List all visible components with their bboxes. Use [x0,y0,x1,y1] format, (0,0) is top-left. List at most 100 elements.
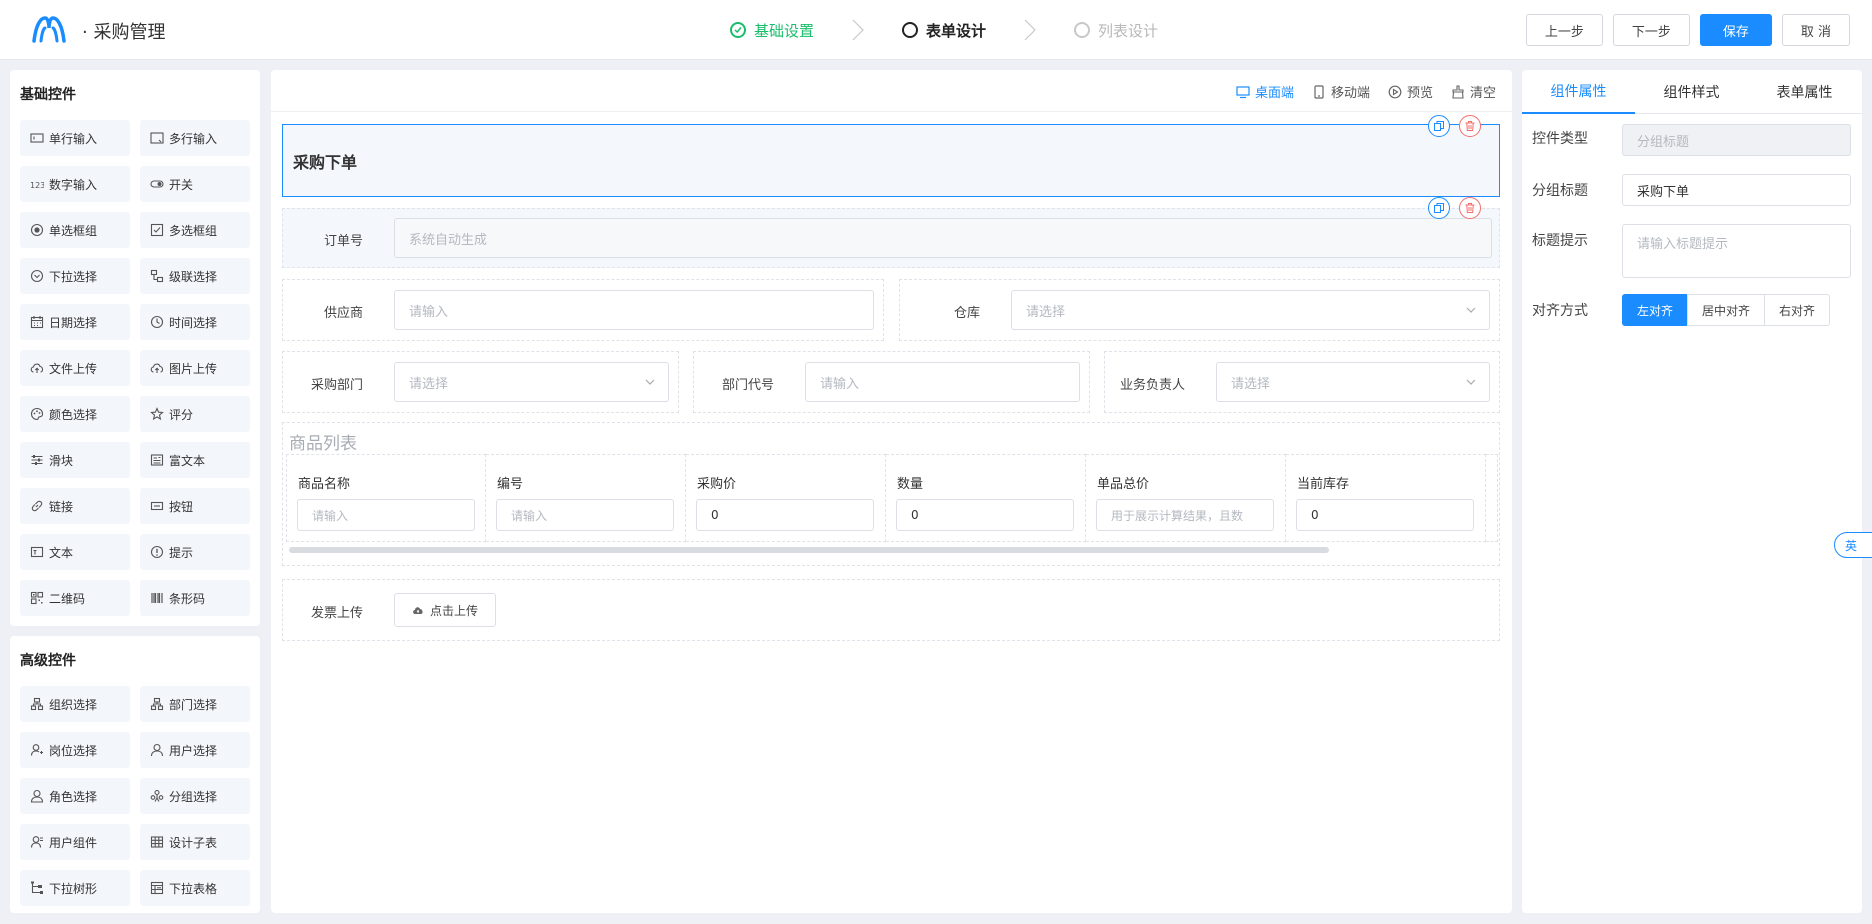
preview-button[interactable]: 预览 [1388,82,1433,101]
prev-step-button[interactable]: 上一步 [1525,14,1603,46]
goods-column-input[interactable]: 请输入 [496,499,674,531]
goods-column[interactable]: 编号 请输入 [486,454,686,542]
widget-tree[interactable]: 下拉树形 [20,870,130,906]
goods-column-input[interactable]: 0 [696,499,874,531]
title-hint-textarea[interactable]: 请输入标题提示 [1622,224,1851,278]
align-center-button[interactable]: 居中对齐 [1687,294,1766,326]
clear-button[interactable]: 清空 [1451,82,1496,101]
widget-checkbox[interactable]: 多选框组 [140,212,250,248]
horizontal-scrollbar[interactable] [289,547,1329,553]
delete-icon[interactable] [1459,197,1481,219]
play-circle-icon [1388,85,1402,99]
widget-barcode[interactable]: 条形码 [140,580,250,616]
widget-text[interactable]: 文本 [20,534,130,570]
circle-icon [1074,22,1091,38]
dept-code-row[interactable]: 部门代号 请输入 [693,351,1090,413]
warehouse-select[interactable]: 请选择 [1011,290,1490,330]
widget-table[interactable]: 设计子表 [140,824,250,860]
widget-slider[interactable]: 滑块 [20,442,130,478]
widget-grid-table[interactable]: 下拉表格 [140,870,250,906]
step-list-design[interactable]: 列表设计 [1074,20,1158,41]
tab-component-props[interactable]: 组件属性 [1522,70,1635,114]
goods-column-input[interactable]: 0 [896,499,1074,531]
invoice-upload-row[interactable]: 发票上传 点击上传 [282,579,1500,641]
widget-label: 角色选择 [49,789,98,804]
widget-single-line[interactable]: 单行输入 [20,120,130,156]
goods-column[interactable]: 采购价 0 [686,454,886,542]
mobile-label: 移动端 [1330,86,1370,101]
goods-column[interactable]: 商品名称 请输入 [286,454,486,542]
widget-org[interactable]: 组织选择 [20,686,130,722]
goods-column[interactable]: 数量 0 [886,454,1086,542]
widget-qrcode[interactable]: 二维码 [20,580,130,616]
rich-text-icon [150,453,164,467]
language-toggle[interactable]: 英 [1834,532,1872,558]
warehouse-row[interactable]: 仓库 请选择 [899,279,1500,341]
owner-row[interactable]: 业务负责人 请选择 [1104,351,1500,413]
widget-multi-line[interactable]: 多行输入 [140,120,250,156]
widget-calendar[interactable]: 日期选择 [20,304,130,340]
save-button[interactable]: 保存 [1699,14,1772,46]
copy-icon[interactable] [1428,115,1450,137]
goods-column-input[interactable]: 请输入 [297,499,475,531]
copy-icon[interactable] [1428,197,1450,219]
widget-button[interactable]: 按钮 [140,488,250,524]
cancel-button[interactable]: 取 消 [1781,14,1850,46]
delete-icon[interactable] [1459,115,1481,137]
widget-star[interactable]: 评分 [140,396,250,432]
order-no-row[interactable]: 订单号 系统自动生成 [282,208,1500,268]
widget-clock[interactable]: 时间选择 [140,304,250,340]
desktop-view-button[interactable]: 桌面端 [1236,82,1294,101]
role-icon [30,789,44,803]
widget-label: 按钮 [169,499,194,514]
step-basic-settings[interactable]: 基础设置 [730,20,814,41]
switch-icon [150,177,164,191]
widget-label: 滑块 [49,453,74,468]
widget-palette[interactable]: 颜色选择 [20,396,130,432]
tab-form-props[interactable]: 表单属性 [1748,70,1861,114]
widget-label: 提示 [169,545,194,560]
widget-dept[interactable]: 部门选择 [140,686,250,722]
widget-number[interactable]: 123 数字输入 [20,166,130,202]
owner-select[interactable]: 请选择 [1216,362,1490,402]
widget-info[interactable]: 提示 [140,534,250,570]
order-no-input[interactable]: 系统自动生成 [394,218,1492,258]
supplier-input[interactable]: 请输入 [394,290,874,330]
dept-select[interactable]: 请选择 [394,362,669,402]
align-right-button[interactable]: 右对齐 [1764,294,1831,326]
widget-link[interactable]: 链接 [20,488,130,524]
widget-label: 用户选择 [169,743,218,758]
widget-post[interactable]: 岗位选择 [20,732,130,768]
goods-column-input[interactable]: 用于展示计算结果，且数 [1096,499,1274,531]
canvas-toolbar: 桌面端 移动端 预览 清空 [271,70,1512,112]
widget-label: 岗位选择 [49,743,98,758]
widget-switch[interactable]: 开关 [140,166,250,202]
widget-user-comp[interactable]: 用户组件 [20,824,130,860]
goods-column[interactable]: 当前库存 0 [1286,454,1486,542]
goods-subtable[interactable]: 商品列表 商品名称 请输入 编号 请输入 采购价 0 数量 0 单品总价 用于展示计算结果，且数当… [282,422,1500,566]
upload-button[interactable]: 点击上传 [394,593,496,627]
tab-component-style[interactable]: 组件样式 [1635,70,1748,114]
widget-upload[interactable]: 文件上传 [20,350,130,386]
widget-cascader[interactable]: 级联选择 [140,258,250,294]
widget-group[interactable]: 分组选择 [140,778,250,814]
goods-column-input[interactable]: 0 [1296,499,1474,531]
dept-code-input[interactable]: 请输入 [805,362,1080,402]
widget-rich-text[interactable]: 富文本 [140,442,250,478]
widget-dropdown[interactable]: 下拉选择 [20,258,130,294]
properties-panel: 组件属性 组件样式 表单属性 控件类型 分组标题 分组标题 采购下单 标题提示 … [1522,70,1862,913]
supplier-row[interactable]: 供应商 请输入 [282,279,884,341]
widget-role[interactable]: 角色选择 [20,778,130,814]
mobile-view-button[interactable]: 移动端 [1312,82,1370,101]
group-title-field[interactable]: 采购下单 [1622,174,1851,206]
dept-row[interactable]: 采购部门 请选择 [282,351,679,413]
goods-column[interactable]: 单品总价 用于展示计算结果，且数 [1086,454,1286,542]
next-step-button[interactable]: 下一步 [1612,14,1690,46]
group-title-component[interactable]: 采购下单 [282,124,1500,197]
align-left-button[interactable]: 左对齐 [1622,294,1689,326]
widget-label: 评分 [169,407,194,422]
widget-image-upload[interactable]: 图片上传 [140,350,250,386]
widget-user[interactable]: 用户选择 [140,732,250,768]
step-form-design[interactable]: 表单设计 [902,20,986,41]
widget-radio[interactable]: 单选框组 [20,212,130,248]
